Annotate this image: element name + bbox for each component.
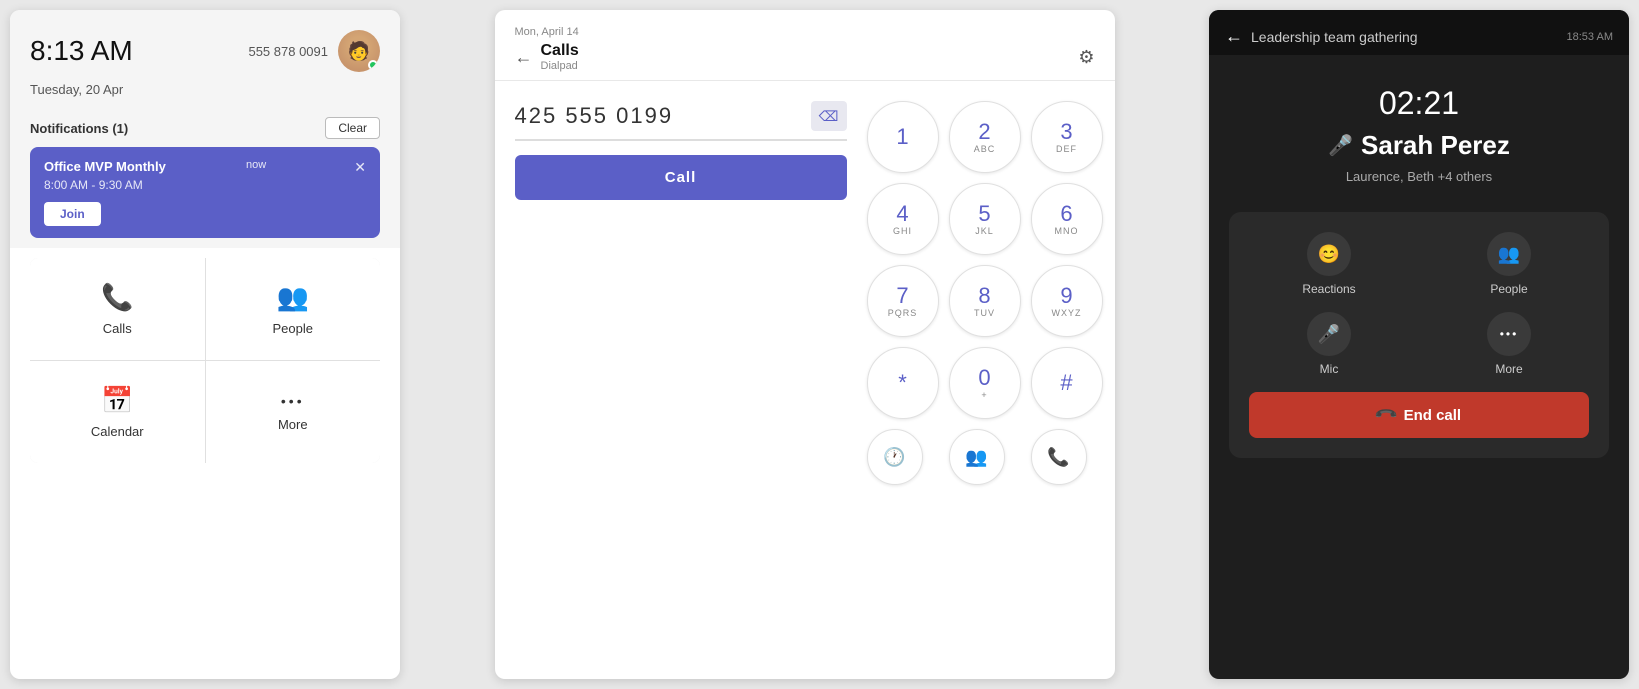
dial-key-0[interactable]: 0 + — [949, 347, 1021, 419]
dial-key-star[interactable]: * — [867, 347, 939, 419]
notification-time-range: 8:00 AM - 9:30 AM — [44, 178, 366, 192]
caller-name: Sarah Perez — [1361, 130, 1510, 161]
join-button[interactable]: Join — [44, 202, 101, 226]
home-date: Tuesday, 20 Apr — [10, 82, 400, 107]
dialpad-body: ⌫ Call 1 2 ABC 3 DEF 4 GHI — [495, 81, 1115, 679]
dialpad-left: ⌫ Call — [515, 101, 847, 200]
contacts-icon: 👥 — [965, 447, 987, 468]
more-control-icon: ••• — [1487, 312, 1531, 356]
reactions-label: Reactions — [1302, 282, 1355, 296]
dial-key-7[interactable]: 7 PQRS — [867, 265, 939, 337]
history-icon: 🕐 — [883, 447, 905, 468]
call-back-button[interactable]: ← — [1225, 26, 1243, 47]
dialpad-header: Mon, April 14 ← Calls Dialpad ⚙ — [495, 10, 1115, 81]
call-participants: Laurence, Beth +4 others — [1346, 169, 1492, 184]
reactions-control[interactable]: 😊 Reactions — [1249, 232, 1409, 296]
home-header-right: 555 878 0091 🧑 — [248, 30, 380, 72]
more-label: More — [278, 417, 308, 432]
notifications-header: Notifications (1) Clear — [30, 117, 380, 139]
dialpad-subtitle: Dialpad — [541, 60, 579, 72]
dial-key-5[interactable]: 5 JKL — [949, 183, 1021, 255]
online-indicator — [368, 60, 378, 70]
dialpad-title: Calls — [541, 42, 579, 60]
home-time-date: 8:13 AM — [30, 35, 133, 67]
notification-card: Office MVP Monthly now ✕ 8:00 AM - 9:30 … — [30, 147, 380, 238]
transfer-button[interactable]: 📞 — [1031, 429, 1087, 485]
end-call-icon: 📞 — [1373, 402, 1399, 428]
calendar-icon: 📅 — [101, 385, 133, 416]
mic-control[interactable]: 🎤 Mic — [1249, 312, 1409, 376]
notification-card-header: Office MVP Monthly now ✕ — [44, 159, 366, 176]
dialpad-back-button[interactable]: ← — [515, 47, 533, 68]
dial-key-8[interactable]: 8 TUV — [949, 265, 1021, 337]
notifications-title: Notifications (1) — [30, 121, 128, 136]
home-grid: 📞 Calls 👥 People 📅 Calendar ••• More — [30, 258, 380, 463]
end-call-label: End call — [1404, 407, 1462, 424]
more-control-label: More — [1495, 362, 1522, 376]
grid-item-more[interactable]: ••• More — [206, 361, 381, 463]
dial-key-3[interactable]: 3 DEF — [1031, 101, 1103, 173]
reactions-icon: 😊 — [1307, 232, 1351, 276]
call-button[interactable]: Call — [515, 155, 847, 200]
notifications-section: Notifications (1) Clear Office MVP Month… — [10, 107, 400, 248]
more-control[interactable]: ••• More — [1429, 312, 1589, 376]
calls-label: Calls — [103, 321, 132, 336]
delete-button[interactable]: ⌫ — [811, 101, 847, 131]
call-controls: 😊 Reactions 👥 People 🎤 Mic ••• More 📞 — [1229, 212, 1609, 458]
call-header: ← Leadership team gathering 18:53 AM — [1209, 10, 1629, 55]
call-main: 02:21 🎤 Sarah Perez Laurence, Beth +4 ot… — [1209, 55, 1629, 478]
dialpad-keypad: 1 2 ABC 3 DEF 4 GHI 5 JKL 6 MNO — [867, 101, 1103, 551]
active-call-panel: ← Leadership team gathering 18:53 AM 02:… — [1209, 10, 1629, 679]
notification-title: Office MVP Monthly — [44, 159, 166, 174]
mic-control-label: Mic — [1320, 362, 1339, 376]
grid-item-calls[interactable]: 📞 Calls — [30, 258, 205, 360]
dial-key-1[interactable]: 1 — [867, 101, 939, 173]
dial-key-6[interactable]: 6 MNO — [1031, 183, 1103, 255]
people-control[interactable]: 👥 People — [1429, 232, 1589, 296]
grid-item-calendar[interactable]: 📅 Calendar — [30, 361, 205, 463]
end-call-button[interactable]: 📞 End call — [1249, 392, 1589, 438]
home-time: 8:13 AM — [30, 35, 133, 67]
clear-button[interactable]: Clear — [325, 117, 380, 139]
notification-close-icon[interactable]: ✕ — [354, 159, 366, 176]
dial-key-9[interactable]: 9 WXYZ — [1031, 265, 1103, 337]
phone-number: 555 878 0091 — [248, 44, 328, 59]
people-icon: 👥 — [277, 282, 309, 313]
contacts-button[interactable]: 👥 — [949, 429, 1005, 485]
notification-time: now — [246, 159, 266, 171]
calls-icon: 📞 — [101, 282, 133, 313]
number-input[interactable] — [515, 103, 803, 129]
call-header-title: Leadership team gathering — [1251, 29, 1418, 45]
dialpad-title-group: Calls Dialpad — [541, 42, 579, 72]
dial-key-2[interactable]: 2 ABC — [949, 101, 1021, 173]
home-panel: 8:13 AM 555 878 0091 🧑 Tuesday, 20 Apr N… — [10, 10, 400, 679]
mic-active-icon: 🎤 — [1328, 133, 1353, 158]
number-input-wrap: ⌫ — [515, 101, 847, 141]
dialpad-panel: Mon, April 14 ← Calls Dialpad ⚙ ⌫ Call 1 — [495, 10, 1115, 679]
mic-control-icon: 🎤 — [1307, 312, 1351, 356]
calendar-label: Calendar — [91, 424, 144, 439]
home-header: 8:13 AM 555 878 0091 🧑 — [10, 10, 400, 82]
dial-key-hash[interactable]: # — [1031, 347, 1103, 419]
avatar: 🧑 — [338, 30, 380, 72]
settings-icon[interactable]: ⚙ — [1078, 47, 1094, 68]
call-timer: 02:21 — [1379, 85, 1459, 122]
more-icon: ••• — [281, 393, 305, 409]
call-timestamp: 18:53 AM — [1567, 31, 1613, 43]
transfer-icon: 📞 — [1047, 447, 1069, 468]
people-control-label: People — [1490, 282, 1527, 296]
dial-key-4[interactable]: 4 GHI — [867, 183, 939, 255]
delete-icon: ⌫ — [819, 108, 839, 125]
people-control-icon: 👥 — [1487, 232, 1531, 276]
call-name-row: 🎤 Sarah Perez — [1328, 130, 1510, 161]
grid-item-people[interactable]: 👥 People — [206, 258, 381, 360]
history-button[interactable]: 🕐 — [867, 429, 923, 485]
controls-grid: 😊 Reactions 👥 People 🎤 Mic ••• More — [1249, 232, 1589, 376]
people-label: People — [273, 321, 313, 336]
dialpad-nav: ← Calls Dialpad ⚙ — [515, 42, 1095, 72]
dialpad-date: Mon, April 14 — [515, 26, 1095, 38]
